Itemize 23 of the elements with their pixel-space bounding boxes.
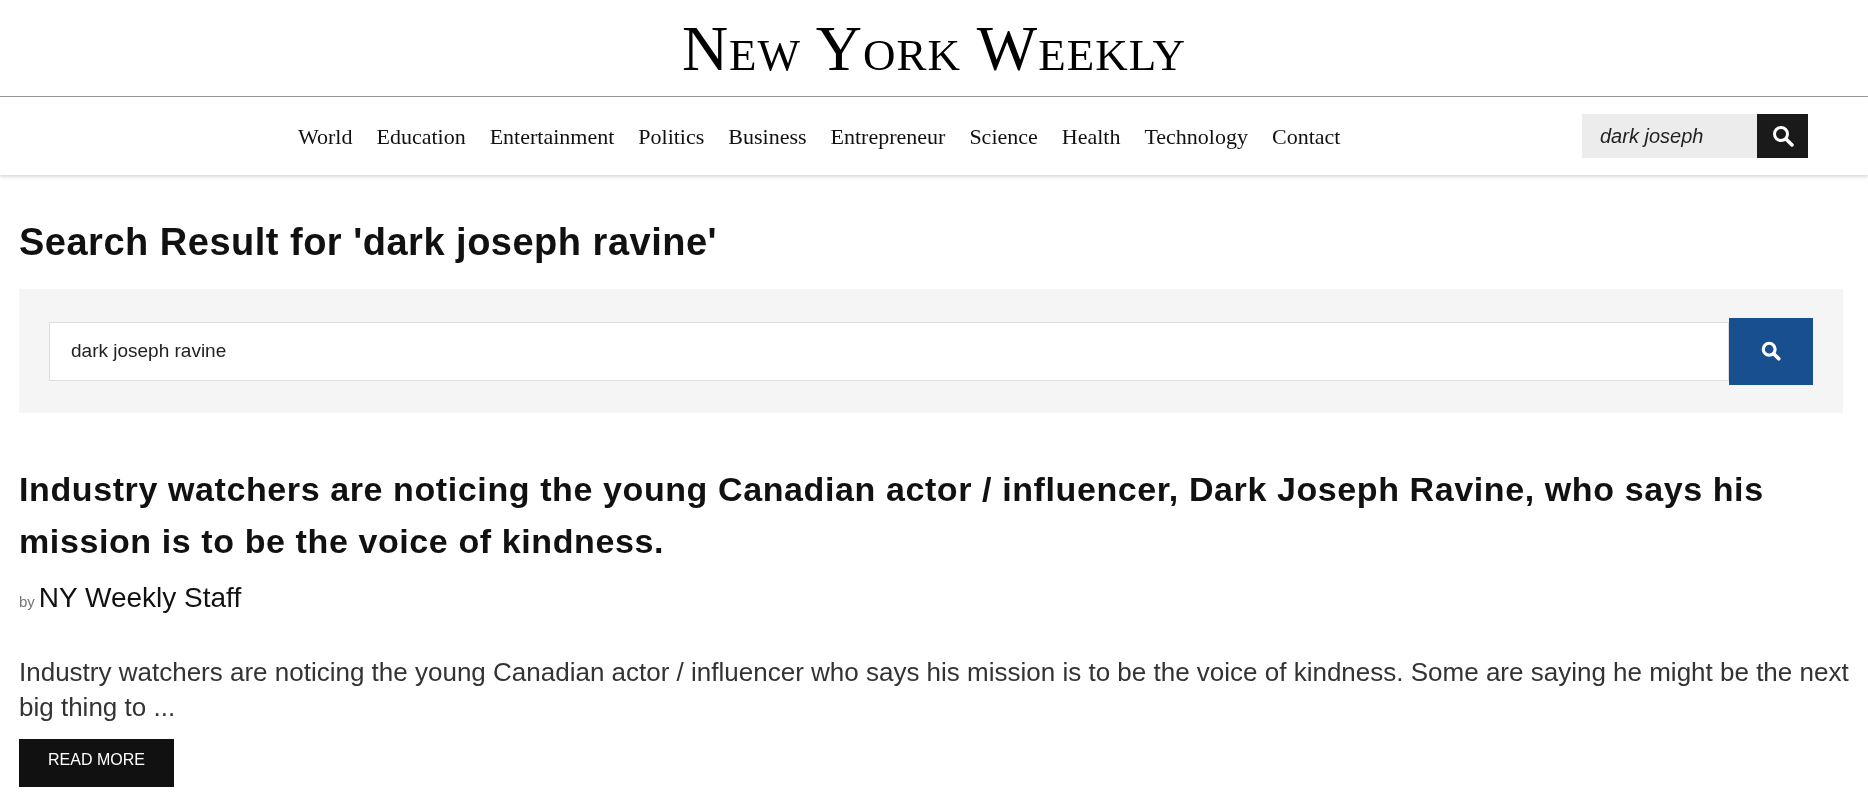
page-heading: Search Result for 'dark joseph ravine' xyxy=(19,220,719,265)
nav-link[interactable]: Business xyxy=(728,119,807,153)
search-button[interactable] xyxy=(1757,114,1808,158)
search-icon xyxy=(1771,125,1794,147)
nav-link[interactable]: Technology xyxy=(1144,119,1248,153)
nav-link[interactable]: Entertainment xyxy=(489,119,615,153)
nav-link[interactable]: Science xyxy=(969,119,1038,153)
search-button[interactable] xyxy=(1729,317,1813,385)
article-title[interactable]: Industry watchers are noticing the young Canadian actor / influencer, Dark Joseph Ravine, who says his mission is to be the voice of kindness. xyxy=(19,463,1849,567)
search-icon xyxy=(1761,341,1781,361)
nav-link[interactable]: Education xyxy=(376,119,466,153)
nav-link[interactable]: Health xyxy=(1061,119,1121,153)
nav-link[interactable]: Entrepreneur xyxy=(830,119,946,153)
nav-link[interactable]: Politics xyxy=(638,119,705,153)
search-field[interactable]: dark joseph ravine xyxy=(49,321,1729,381)
author-name: NY Weekly Staff xyxy=(38,581,242,615)
article-excerpt: Industry watchers are noticing the young Canadian actor / influencer who says his mission is to be the voice of kindness. Some are saying he might be the next big thing to ... xyxy=(19,656,1849,724)
read-more-button[interactable]: READ MORE xyxy=(19,739,174,787)
nav-link[interactable]: World xyxy=(298,119,353,153)
search-field[interactable]: dark joseph xyxy=(1582,114,1757,158)
nav-link[interactable]: Contact xyxy=(1272,119,1341,153)
byline-label: by xyxy=(19,592,35,612)
site-logo[interactable]: New York Weekly xyxy=(681,17,1187,81)
